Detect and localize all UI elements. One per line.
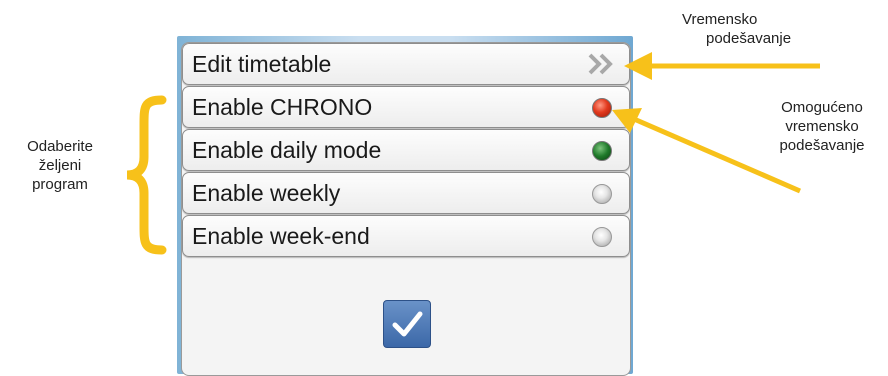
menu-item-label: Enable week-end bbox=[192, 223, 370, 249]
status-led-off-icon bbox=[592, 184, 612, 204]
menu-item-enable-weekly[interactable]: Enable weekly bbox=[182, 172, 630, 214]
annotation-line: podešavanje bbox=[706, 30, 792, 47]
menu-item-enable-chrono[interactable]: Enable CHRONO bbox=[182, 86, 630, 128]
settings-panel: Edit timetable Enable CHRONO Enable dail… bbox=[181, 42, 631, 376]
annotation-line: Vremensko bbox=[682, 11, 758, 28]
annotation-line: program bbox=[32, 176, 88, 193]
annotation-time-setting: Vremensko podešavanje bbox=[680, 10, 791, 48]
annotation-line: željeni bbox=[38, 157, 82, 174]
double-chevron-right-icon bbox=[588, 53, 613, 75]
menu-item-label: Enable CHRONO bbox=[192, 94, 373, 120]
menu-item-edit-timetable[interactable]: Edit timetable bbox=[182, 43, 630, 85]
annotation-line: Odaberite bbox=[27, 138, 93, 155]
curly-brace-icon bbox=[126, 95, 167, 255]
annotation-select-program: Odaberite željeni program bbox=[10, 137, 110, 194]
annotation-line: vremensko bbox=[785, 118, 859, 135]
confirm-button[interactable] bbox=[383, 300, 431, 348]
menu-item-label: Enable weekly bbox=[192, 180, 341, 206]
check-icon bbox=[392, 311, 423, 337]
annotation-time-setting-enabled: Omogućeno vremensko podešavanje bbox=[762, 98, 882, 155]
status-led-green-icon bbox=[592, 141, 612, 161]
menu-item-enable-daily-mode[interactable]: Enable daily mode bbox=[182, 129, 630, 171]
annotation-line: Omogućeno bbox=[781, 99, 863, 116]
status-led-off-icon bbox=[592, 227, 612, 247]
annotation-line: podešavanje bbox=[779, 137, 865, 154]
menu-item-label: Edit timetable bbox=[192, 51, 332, 77]
menu-item-enable-week-end[interactable]: Enable week-end bbox=[182, 215, 630, 257]
arrow-to-edit-timetable-icon bbox=[624, 52, 820, 80]
status-led-red-icon bbox=[592, 98, 612, 118]
menu-item-label: Enable daily mode bbox=[192, 137, 382, 163]
